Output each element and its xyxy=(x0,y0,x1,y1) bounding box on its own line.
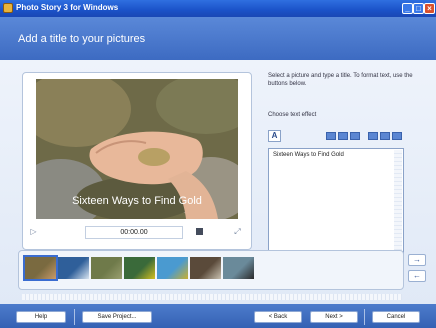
align-top-icon[interactable] xyxy=(326,132,336,140)
align-center-icon[interactable] xyxy=(380,132,390,140)
stop-icon[interactable] xyxy=(196,228,203,235)
play-icon[interactable]: ▷ xyxy=(29,227,38,236)
font-button[interactable]: A xyxy=(268,130,281,142)
page-title: Add a title to your pictures xyxy=(18,33,146,45)
align-bottom-icon[interactable] xyxy=(350,132,360,140)
footer-divider xyxy=(364,309,365,325)
preview-image: Sixteen Ways to Find Gold xyxy=(36,79,238,219)
minimize-button[interactable]: _ xyxy=(402,3,413,14)
wizard-footer: Help Save Project... < Back Next > Cance… xyxy=(0,304,436,328)
textbox-scrollbar[interactable] xyxy=(394,150,402,256)
filmstrip-scrollbar[interactable] xyxy=(22,294,402,300)
preview-controls: ▷ 00:00.00 ⤢ xyxy=(23,222,251,242)
move-right-button[interactable]: → xyxy=(408,254,426,266)
time-display: 00:00.00 xyxy=(85,226,183,239)
filmstrip-thumb-5[interactable] xyxy=(157,257,188,279)
align-right-icon[interactable] xyxy=(392,132,402,140)
title-overlay-text: Sixteen Ways to Find Gold xyxy=(72,195,202,207)
title-text-input[interactable]: Sixteen Ways to Find Gold xyxy=(268,148,404,258)
preview-panel: Sixteen Ways to Find Gold ▷ 00:00.00 ⤢ xyxy=(22,72,252,250)
text-format-toolbar: A xyxy=(268,130,408,142)
text-effect-label: Choose text effect xyxy=(268,112,317,118)
filmstrip-thumb-7[interactable] xyxy=(223,257,254,279)
filmstrip-thumb-4[interactable] xyxy=(124,257,155,279)
title-text-value: Sixteen Ways to Find Gold xyxy=(273,152,344,158)
next-button[interactable]: Next > xyxy=(310,311,358,323)
help-button[interactable]: Help xyxy=(16,311,66,323)
window-title: Photo Story 3 for Windows xyxy=(16,3,119,12)
align-left-icon[interactable] xyxy=(368,132,378,140)
filmstrip-thumb-2[interactable] xyxy=(58,257,89,279)
save-project-button[interactable]: Save Project... xyxy=(82,311,152,323)
instructions-text: Select a picture and type a title. To fo… xyxy=(268,73,413,87)
filmstrip-thumb-1[interactable] xyxy=(23,255,58,281)
footer-divider xyxy=(74,309,75,325)
cancel-button[interactable]: Cancel xyxy=(372,311,420,323)
expand-icon[interactable]: ⤢ xyxy=(233,227,242,236)
app-icon xyxy=(3,3,13,13)
filmstrip xyxy=(18,250,404,290)
close-button[interactable]: × xyxy=(424,3,435,14)
align-middle-icon[interactable] xyxy=(338,132,348,140)
title-bar: Photo Story 3 for Windows _ □ × xyxy=(0,0,436,17)
filmstrip-thumb-3[interactable] xyxy=(91,257,122,279)
move-left-button[interactable]: ← xyxy=(408,270,426,282)
filmstrip-thumb-6[interactable] xyxy=(190,257,221,279)
wizard-header: Add a title to your pictures xyxy=(0,17,436,60)
maximize-button[interactable]: □ xyxy=(413,3,424,14)
content-area: Sixteen Ways to Find Gold ▷ 00:00.00 ⤢ S… xyxy=(0,60,436,328)
back-button[interactable]: < Back xyxy=(254,311,302,323)
